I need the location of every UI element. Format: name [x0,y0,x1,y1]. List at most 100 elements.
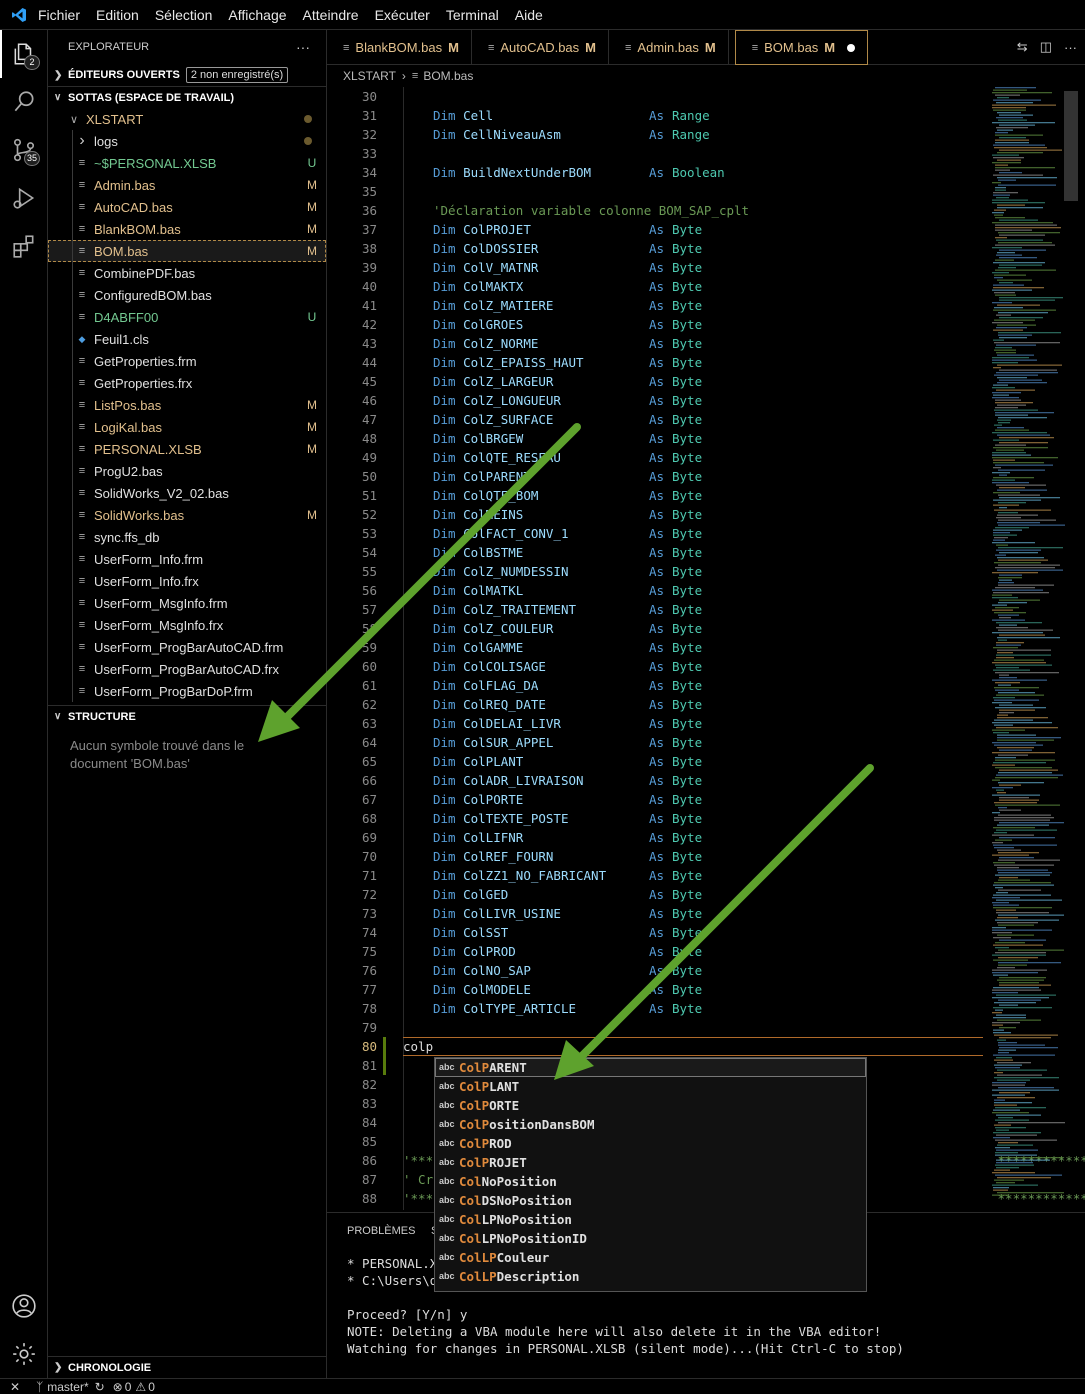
file-tree-item[interactable]: ≡ ListPos.bas M [48,394,326,416]
breadcrumb-file[interactable]: BOM.bas [423,69,473,83]
suggest-widget[interactable]: abc ColP ARENT abc ColP LANT abc ColP ORTE abc Col… [434,1057,867,1292]
suggestion-item[interactable]: abc ColP ROD [435,1134,866,1153]
file-tree-item[interactable]: › logs [48,130,326,152]
minimap-line [997,404,1026,406]
menu-item-2[interactable]: Sélection [155,7,213,23]
menu-item-4[interactable]: Atteindre [303,7,359,23]
menu-item-7[interactable]: Aide [515,7,543,23]
editor-tab[interactable]: ≡ AutoCAD.bas M [472,30,609,65]
suggestion-item[interactable]: abc Col LPNoPosition [435,1210,866,1229]
file-tree-item[interactable]: ≡ UserForm_ProgBarDoP.frm [48,680,326,702]
file-tree-item[interactable]: ≡ SolidWorks.bas M [48,504,326,526]
menu-item-3[interactable]: Affichage [228,7,286,23]
tree-indent-guide [72,196,73,218]
suggestion-item[interactable]: abc ColP ositionDansBOM [435,1115,866,1134]
explorer-activity-button[interactable]: 2 [0,30,48,78]
error-count[interactable]: 0 [125,1380,132,1394]
menu-item-6[interactable]: Terminal [446,7,499,23]
keyword-dim: Dim [433,621,456,636]
minimap[interactable] [990,87,1078,1210]
file-tree-item[interactable]: ≡ GetProperties.frm [48,350,326,372]
split-editor-icon[interactable]: ◫ [1040,39,1052,55]
branch-name[interactable]: master* [47,1380,88,1394]
file-tree-item[interactable]: ≡ AutoCAD.bas M [48,196,326,218]
file-tree-item[interactable]: ≡ PERSONAL.XLSB M [48,438,326,460]
menu-item-0[interactable]: Fichier [38,7,80,23]
keyword-dim: Dim [433,450,456,465]
timeline-section[interactable]: ❯ CHRONOLOGIE [48,1356,327,1378]
minimap-line [994,374,1038,376]
file-tree-item[interactable]: ≡ UserForm_MsgInfo.frm [48,592,326,614]
breadcrumb-folder[interactable]: XLSTART [343,69,396,83]
file-tree-item[interactable]: ≡ SolidWorks_V2_02.bas [48,482,326,504]
suggestion-item[interactable]: abc Col LPNoPositionID [435,1229,866,1248]
accounts-activity-button[interactable] [0,1282,48,1330]
open-editors-section[interactable]: ❯ ÉDITEURS OUVERTS 2 non enregistré(s) [48,64,326,86]
folder-xlstart[interactable]: ∨ XLSTART [48,108,326,130]
suggestion-item[interactable]: abc Col NoPosition [435,1172,866,1191]
file-tree-item[interactable]: ≡ CombinePDF.bas [48,262,326,284]
minimap-line [997,917,1018,919]
suggestion-item[interactable]: abc ColLP Couleur [435,1248,866,1267]
menu-item-5[interactable]: Exécuter [375,7,430,23]
file-tree-item[interactable]: ≡ Admin.bas M [48,174,326,196]
file-tree-item[interactable]: ≡ D4ABFF00 U [48,306,326,328]
minimap-line [997,1144,1033,1146]
suggestion-item[interactable]: abc Col DSNoPosition [435,1191,866,1210]
extensions-activity-button[interactable] [0,222,48,270]
suggestion-item[interactable]: abc ColP ROJET [435,1153,866,1172]
editor-tab[interactable]: ≡ BlankBOM.bas M [327,30,472,65]
editor-tab[interactable]: ≡ BOM.bas M [734,30,869,65]
file-name: PERSONAL.XLSB [94,441,202,457]
suggestion-item[interactable]: abc ColP ORTE [435,1096,866,1115]
minimap-line [993,827,1035,829]
timeline-label: CHRONOLOGIE [68,1361,152,1374]
minimap-line [997,739,1054,741]
search-activity-button[interactable] [0,78,48,126]
more-actions-icon[interactable]: ··· [1064,40,1077,55]
line-number: 79 [361,1020,377,1035]
file-tree-item[interactable]: ≡ sync.ffs_db [48,526,326,548]
more-actions-icon[interactable]: ··· [296,39,310,55]
suggestion-item[interactable]: abc ColP ARENT [435,1058,866,1077]
suggestion-item[interactable]: abc ColP LANT [435,1077,866,1096]
git-status-badge: M [307,420,317,434]
variable-type: Byte [672,355,703,370]
file-tree-item[interactable]: ◆ Feuil1.cls [48,328,326,350]
line-text: Dim ColQTE_RESEAU As Byte [433,448,702,467]
source-control-activity-button[interactable]: 35 [0,126,48,174]
compare-changes-icon[interactable]: ⇆ [1017,39,1028,55]
sync-icon[interactable]: ↻ [95,1380,105,1394]
file-tree-item[interactable]: ≡ ConfiguredBOM.bas [48,284,326,306]
manage-activity-button[interactable] [0,1330,48,1378]
file-tree-item[interactable]: ≡ ~$PERSONAL.XLSB U [48,152,326,174]
file-tree-item[interactable]: ≡ UserForm_Info.frx [48,570,326,592]
file-tree-item[interactable]: ≡ ProgU2.bas [48,460,326,482]
scrollbar-slider[interactable] [1064,91,1078,201]
minimap-line [996,1114,1041,1116]
file-tree-item[interactable]: ≡ UserForm_Info.frm [48,548,326,570]
unsaved-dot-icon[interactable] [847,43,856,52]
file-tree-item[interactable]: ≡ UserForm_MsgInfo.frx [48,614,326,636]
file-tree-item[interactable]: ≡ GetProperties.frx [48,372,326,394]
workspace-section[interactable]: ∨ SOTTAS (ESPACE DE TRAVAIL) [48,86,326,108]
line-number: 30 [361,89,377,104]
suggestion-item[interactable]: abc ColLP Description [435,1267,866,1286]
file-tree-item[interactable]: ≡ LogiKal.bas M [48,416,326,438]
minimap-line [992,357,1029,359]
structure-section[interactable]: ∨ STRUCTURE [48,705,327,727]
file-tree-item[interactable]: ≡ UserForm_ProgBarAutoCAD.frm [48,636,326,658]
file-tree-item[interactable]: ≡ BlankBOM.bas M [48,218,326,240]
minimap-line [999,1092,1030,1094]
remote-icon[interactable]: ✕ [10,1380,20,1394]
editor-tab[interactable]: ≡ Admin.bas M [609,30,729,65]
minimap-line [995,229,1032,231]
code-editor[interactable]: 30 31 Dim Cell As Range 32 Dim CellNiveauAsm As… [327,87,1085,1210]
tab-problems[interactable]: PROBLÈMES [347,1225,415,1237]
run-debug-activity-button[interactable] [0,174,48,222]
line-text: Dim ColPORTE As Byte [433,790,702,809]
warning-count[interactable]: 0 [148,1380,155,1394]
menu-item-1[interactable]: Edition [96,7,139,23]
file-tree-item[interactable]: ≡ BOM.bas M [48,240,326,262]
file-tree-item[interactable]: ≡ UserForm_ProgBarAutoCAD.frx [48,658,326,680]
